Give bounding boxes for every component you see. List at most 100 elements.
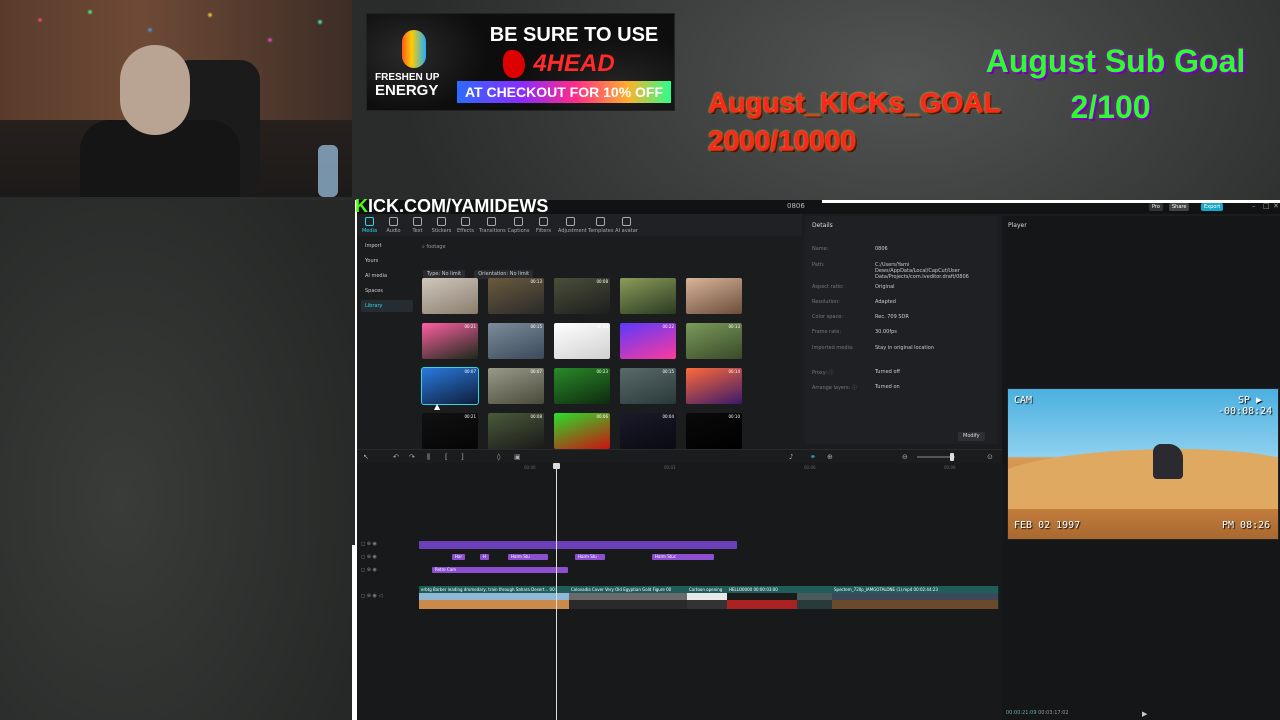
video-clip[interactable]: Colovadia Cover Very Old Egyptian Gold F… [569,586,688,609]
video-clip[interactable]: Cartoon opening [687,586,728,609]
zoom-slider[interactable] [917,453,955,461]
retro-cam-clip[interactable]: Retro Cam [432,567,568,573]
media-thumbnail[interactable]: 00:23 [554,368,610,404]
video-clip-label: Spectem_720p_IAMGOTALONE (1).mp4 00:02:4… [834,587,938,592]
media-thumbnail[interactable]: 00:10 [686,413,742,449]
export-button[interactable]: Export [1201,203,1224,211]
media-thumbnail[interactable]: 00:15 [620,368,676,404]
tab-ai-avatar[interactable]: AI avatar [614,217,639,234]
detail-row: Color space: Rec. 709 SDR [812,314,992,320]
share-button[interactable]: Share [1169,203,1190,211]
snap-icon[interactable]: ⊕ [827,453,833,461]
text-clip[interactable]: Harm Stu [575,554,605,560]
tab-transitions[interactable]: Transitions [479,217,506,234]
select-tool-icon[interactable]: ↖ [363,453,369,461]
tab-captions[interactable]: Captions [506,217,531,234]
media-thumbnail[interactable]: 00:08 [488,413,544,449]
sub-goal-count: 2/100 [1070,89,1151,125]
thumbnail-duration: 00:08 [530,414,542,419]
detail-row: Name: 0806 [812,246,992,252]
video-clip[interactable]: erbtg Barber leading dromedary, train th… [419,586,570,609]
tab-effects[interactable]: Effects [453,217,478,234]
media-thumbnail[interactable]: 00:15 [488,323,544,359]
tab-adjustment[interactable]: Adjustment [558,217,587,234]
sidebar-item-import[interactable]: Import [361,240,413,252]
media-thumbnail[interactable]: 00:07 [488,368,544,404]
media-thumbnail[interactable] [620,278,676,314]
media-thumbnail[interactable]: 00:04 [620,413,676,449]
fit-icon[interactable]: ⊙ [987,453,993,461]
energy-logo-icon [402,30,426,68]
detail-key: Resolution: [812,299,840,305]
media-thumbnail[interactable] [422,278,478,314]
video-clip-label: Colovadia Cover Very Old Egyptian Gold F… [571,587,672,592]
tab-templates[interactable]: Templates [588,217,613,234]
play-icon[interactable]: ▶ [1142,710,1147,718]
thumbnail-duration: 00:15 [530,324,542,329]
tab-audio[interactable]: Audio [381,217,406,234]
maximize-icon[interactable]: □ [1263,202,1270,210]
media-thumbnail[interactable]: 00:06 [554,413,610,449]
video-clip[interactable]: Spectem_720p_IAMGOTALONE (1).mp4 00:02:4… [832,586,999,609]
retro-cam-preview: CAM SP ▶ -00:08:24 FEB 02 1997 PM 08:26 [1007,388,1279,540]
cam-time: PM 08:26 [1222,520,1271,531]
link-icon[interactable]: ⚭ [810,453,816,461]
text-clip[interactable]: Har [452,554,466,560]
track-controls-text[interactable]: ◻ ⊕ ◉ [361,554,377,560]
split-icon[interactable]: ⫼ [427,453,430,462]
trim-left-icon[interactable]: [ [445,453,448,461]
tab-stickers[interactable]: Stickers [429,217,454,234]
marker-icon[interactable]: ◊ [497,453,500,461]
video-clip[interactable]: HELLO0000 00:00:03:00 [727,586,798,609]
crop-icon[interactable]: ▣ [514,453,521,461]
sidebar-item-ai-media[interactable]: AI media [361,270,413,282]
media-thumbnail[interactable]: 00:08 [554,323,610,359]
track-controls-main[interactable]: ◻ ⊕ ◉ ◁ [361,593,382,599]
media-thumbnail[interactable]: 00:14 [686,368,742,404]
minimize-icon[interactable]: – [1252,202,1256,210]
zoom-out-icon[interactable]: ⊖ [902,453,908,461]
mic-icon[interactable]: ♪ [789,453,793,461]
tab-text[interactable]: Text [405,217,430,234]
cam-date: FEB 02 1997 [1014,520,1081,531]
text-clip[interactable]: Harm Stu [508,554,548,560]
trim-right-icon[interactable]: ] [461,453,464,461]
media-filters: Type: No limit Orientation: No limit [423,260,537,279]
detail-key: Name: [812,246,829,252]
detail-value: 30.00fps [875,329,897,335]
sidebar-item-yours[interactable]: Yours [361,255,413,267]
modify-button[interactable]: Modify [958,432,985,441]
undo-icon[interactable]: ↶ [393,453,399,461]
detail-row: Frame rate: 30.00fps [812,329,992,335]
text-clip[interactable]: H [480,554,490,560]
media-thumbnail[interactable]: 00:13 [488,278,544,314]
text-clip[interactable]: Harm Stuc [652,554,714,560]
track-controls-effects[interactable]: ◻ ⊕ ◉ [361,541,377,547]
playhead[interactable] [553,463,560,720]
video-clip[interactable] [797,586,833,609]
close-icon[interactable]: ✕ [1273,202,1279,210]
media-thumbnail[interactable] [686,278,742,314]
sub-goal-title: August Sub Goal [985,43,1246,79]
sidebar-item-spaces[interactable]: Spaces [361,285,413,297]
media-thumbnail[interactable]: 00:13 [686,323,742,359]
tab-media[interactable]: Media [357,217,382,234]
media-thumbnail[interactable]: 00:22 [620,323,676,359]
media-thumbnail[interactable]: 00:21 [422,323,478,359]
effect-clip[interactable] [419,541,737,549]
mouse-cursor-icon: ▲ [434,402,441,411]
cam-counter: -00:08:24 [1218,406,1273,417]
media-thumbnail[interactable]: 00:08 [554,278,610,314]
detail-value: 0806 [875,246,888,252]
sidebar-item-library[interactable]: Library [361,300,413,312]
pro-button[interactable]: Pro [1149,203,1163,211]
media-search-input[interactable]: ⌕ footage [422,243,782,251]
media-thumbnail[interactable]: 00:07 [421,367,479,405]
detail-row: Resolution: Adapted [812,299,992,305]
webcam-feed [0,0,352,197]
track-controls-overlay[interactable]: ◻ ⊕ ◉ [361,567,377,573]
media-thumbnail[interactable]: 00:21 [422,413,478,449]
tab-filters[interactable]: Filters [531,217,556,234]
kicks-goal-count: 2000/10000 [708,125,856,156]
redo-icon[interactable]: ↷ [409,453,415,461]
